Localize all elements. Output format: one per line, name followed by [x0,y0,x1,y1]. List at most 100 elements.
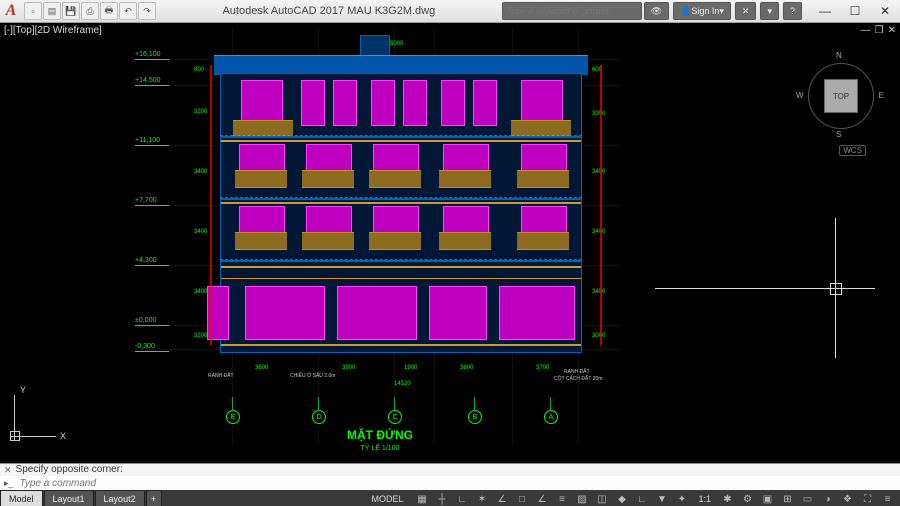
crosshair-cursor [655,218,875,358]
command-line[interactable]: ▸_ [0,476,900,490]
note-label: RANH ĐẤT [564,369,590,375]
command-history: ✕ Specify opposite corner: [0,464,900,476]
isodraft-icon[interactable]: ∠ [493,492,510,506]
dim-label: 3200 [194,109,207,115]
workspace-icon[interactable]: ⚙ [739,492,756,506]
tab-layout2[interactable]: Layout2 [95,490,145,506]
pickbox-icon [830,283,842,295]
plot-icon[interactable]: 🖶 [100,2,118,20]
open-icon[interactable]: ▤ [43,2,61,20]
viewport-label[interactable]: [-][Top][2D Wireframe] [4,25,102,36]
save-icon[interactable]: 💾 [62,2,80,20]
osnap-icon[interactable]: □ [513,492,530,506]
close-icon[interactable]: ✕ [870,0,900,22]
maximize-icon[interactable]: ☐ [840,0,870,22]
clean-screen-icon[interactable]: ⛶ [859,492,876,506]
command-input[interactable] [18,477,896,490]
note-label: CỘT CÁCH ĐẤT 20m [554,376,602,382]
isolate-icon[interactable]: ◑ [819,492,836,506]
viewcube-s[interactable]: S [836,130,841,139]
3dosnap-icon[interactable]: ◆ [613,492,630,506]
close-history-icon[interactable]: ✕ [4,464,12,476]
polar-icon[interactable]: ✶ [473,492,490,506]
document-controls: — ❐ ✕ [861,25,896,36]
tab-layout1[interactable]: Layout1 [44,490,94,506]
doc-minimize-icon[interactable]: — [861,25,871,36]
viewcube-w[interactable]: W [796,91,804,100]
drawing-scale: TỶ LỆ 1/100 [140,445,620,452]
annotation-monitor-icon[interactable]: ▣ [759,492,776,506]
grid-bubble: E [226,410,240,424]
hardware-accel-icon[interactable]: ❖ [839,492,856,506]
dim-label: 800 [194,67,204,73]
level-label: +4,300 [135,257,157,264]
drawing-viewport[interactable]: [-][Top][2D Wireframe] — ❐ ✕ N S W E TOP… [0,23,900,463]
signin-button[interactable]: 👤 Sign In ▾ [673,2,731,20]
floor-3 [220,137,582,199]
model-space-label[interactable]: MODEL [365,494,409,504]
help-icon[interactable]: ? [783,2,802,20]
stayconnected-icon[interactable]: ▾ [760,2,779,20]
transparency-icon[interactable]: ▨ [573,492,590,506]
doc-close-icon[interactable]: ✕ [888,25,896,36]
title-bar: A ▫ ▤ 💾 ⎙ 🖶 ↶ ↷ Autodesk AutoCAD 2017 MA… [0,0,900,23]
ortho-icon[interactable]: ∟ [453,492,470,506]
boundary-line [210,65,212,345]
status-view-tools: ✱ ⚙ ▣ ⊞ ▭ ◑ ❖ ⛶ ≡ [715,492,900,506]
dynamic-ucs-icon[interactable]: ∟ [633,492,650,506]
redo-icon[interactable]: ↷ [138,2,156,20]
quick-access-toolbar: ▫ ▤ 💾 ⎙ 🖶 ↶ ↷ [24,2,156,20]
roof [214,55,588,75]
app-logo-icon[interactable]: A [0,0,22,22]
selection-filter-icon[interactable]: ▼ [653,492,670,506]
ucs-y-label: Y [20,385,26,395]
wcs-badge[interactable]: WCS [839,145,866,156]
floor-2 [220,199,582,261]
note-label: RANH ĐẤT [208,373,234,379]
units-icon[interactable]: ⊞ [779,492,796,506]
tab-add-icon[interactable]: + [146,490,162,506]
level-label: +7,700 [135,197,157,204]
building-elevation [220,55,582,351]
viewcube-face[interactable]: TOP [824,79,858,113]
tab-model[interactable]: Model [0,490,43,506]
status-bar: Model Layout1 Layout2 + MODEL ▦ ┼ ∟ ✶ ∠ … [0,490,900,506]
selection-cycling-icon[interactable]: ◫ [593,492,610,506]
grid-icon[interactable]: ▦ [413,492,430,506]
level-label: -0,300 [135,343,155,350]
dim-label: 5000 [390,41,403,47]
search-input[interactable] [502,2,642,20]
grid-bubble: B [468,410,482,424]
command-history-text: Specify opposite corner: [16,464,123,476]
gizmo-icon[interactable]: ✦ [673,492,690,506]
note-label: CHIẾU Ở SÂU 2.0m [290,373,335,379]
annotation-scale[interactable]: 1:1 [694,494,715,504]
new-icon[interactable]: ▫ [24,2,42,20]
customize-icon[interactable]: ≡ [879,492,896,506]
dim-label: 3400 [194,169,207,175]
snap-icon[interactable]: ┼ [433,492,450,506]
saveas-icon[interactable]: ⎙ [81,2,99,20]
level-label: +11,100 [135,137,160,144]
ucs-icon[interactable]: Y X [10,387,64,441]
dim-label: 3000 [592,333,605,339]
exchange-icon[interactable]: ✕ [735,2,757,20]
minimize-icon[interactable]: — [810,0,840,22]
viewcube-n[interactable]: N [836,51,842,60]
command-prompt-icon: ▸_ [4,476,14,490]
level-label: ±0,000 [135,317,156,324]
infocenter-icon[interactable]: 👁 [644,2,669,20]
undo-icon[interactable]: ↶ [119,2,137,20]
otrack-icon[interactable]: ∠ [533,492,550,506]
quick-properties-icon[interactable]: ▭ [799,492,816,506]
dim-label: 3800 [460,365,473,371]
floor-4 [220,73,582,137]
annotation-visibility-icon[interactable]: ✱ [719,492,736,506]
viewcube-e[interactable]: E [879,91,884,100]
lineweight-icon[interactable]: ≡ [553,492,570,506]
signin-label: Sign In [691,6,719,16]
viewcube[interactable]: N S W E TOP [798,53,882,137]
doc-restore-icon[interactable]: ❐ [875,25,884,36]
dim-label: 3400 [592,229,605,235]
dim-label: 3400 [592,289,605,295]
